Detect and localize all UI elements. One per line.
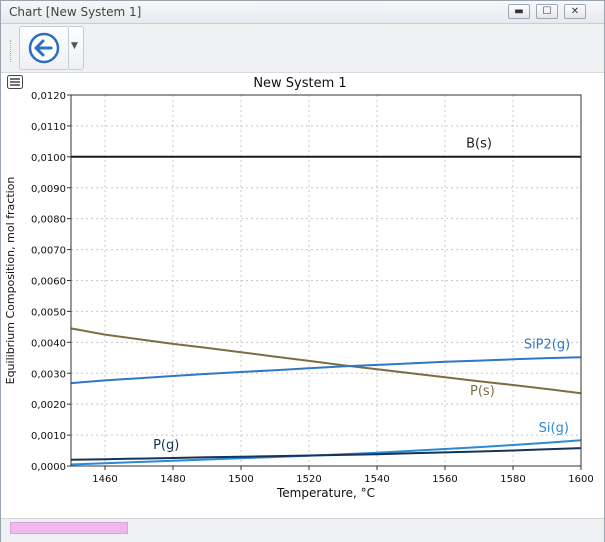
grid-lines xyxy=(71,94,582,467)
title-bar[interactable]: Chart [New System 1] ▬ ☐ ✕ xyxy=(1,1,604,24)
series-lines xyxy=(70,155,582,466)
y-tick-label: 0,0080 xyxy=(31,215,66,226)
x-tick-label: 1500 xyxy=(228,474,253,485)
chevron-down-icon: ▼ xyxy=(71,41,78,51)
y-tick-label: 0,0100 xyxy=(31,153,66,164)
minimize-button[interactable]: ▬ xyxy=(508,4,530,19)
x-axis-label: Temperature, °C xyxy=(276,486,375,500)
x-tick-label: 1460 xyxy=(92,474,117,485)
series-line-sip2-g- xyxy=(70,356,582,385)
y-axis-ticks: 0,0000 0,0010 0,0020 0,0030 0,0040 0,0050 0,00… xyxy=(31,91,71,473)
y-tick-label: 0,0000 xyxy=(31,462,66,473)
x-tick-label: 1560 xyxy=(432,474,457,485)
y-tick-label: 0,0030 xyxy=(31,369,66,380)
y-tick-label: 0,0020 xyxy=(31,400,66,411)
x-tick-label: 1600 xyxy=(568,474,593,485)
toolbar: ▼ xyxy=(1,24,604,73)
x-axis-ticks: 1460 1480 1500 1520 1540 1560 1580 1600 xyxy=(92,466,594,485)
arrow-left-circle-icon xyxy=(28,32,60,64)
y-tick-label: 0,0010 xyxy=(31,431,66,442)
y-tick-label: 0,0070 xyxy=(31,246,66,257)
chart-title: New System 1 xyxy=(253,76,346,91)
maximize-button[interactable]: ☐ xyxy=(536,4,558,19)
toolbar-grip[interactable] xyxy=(10,40,15,62)
y-axis-label: Equilibrium Composition, mol fraction xyxy=(4,177,17,385)
x-tick-label: 1580 xyxy=(500,474,525,485)
line-chart: New System 1 0,00000,00100,00200,00300,0… xyxy=(4,76,594,500)
series-line-p-s- xyxy=(70,327,582,395)
chart-area: New System 1 0,0000 0,0010 0,0020 0,0030 0,0… xyxy=(1,73,604,518)
series-labels: B(s) P(s) SiP2(g) Si(g) P(g) xyxy=(153,137,570,453)
close-button[interactable]: ✕ xyxy=(564,4,586,19)
y-tick-label: 0,0120 xyxy=(31,91,66,102)
maximize-icon: ☐ xyxy=(542,6,552,17)
x-tick-label: 1540 xyxy=(364,474,389,485)
close-icon: ✕ xyxy=(570,6,580,17)
progress-bar xyxy=(10,522,128,534)
series-label: SiP2(g) xyxy=(524,338,570,353)
back-dropdown-button[interactable]: ▼ xyxy=(69,26,84,70)
minimize-icon: ▬ xyxy=(514,6,524,17)
series-line-si-g- xyxy=(70,439,582,466)
y-tick-label: 0,0050 xyxy=(31,307,66,318)
chart-window: Chart [New System 1] ▬ ☐ ✕ ▼ New System … xyxy=(0,0,605,542)
window-title: Chart [New System 1] xyxy=(9,5,142,19)
series-label: B(s) xyxy=(466,137,492,152)
y-tick-label: 0,0110 xyxy=(31,122,66,133)
y-tick-label: 0,0090 xyxy=(31,184,66,195)
y-tick-label: 0,0060 xyxy=(31,277,66,288)
x-tick-label: 1480 xyxy=(160,474,185,485)
status-bar xyxy=(1,518,604,542)
series-label: P(s) xyxy=(470,384,495,399)
series-label: Si(g) xyxy=(539,421,569,436)
back-button[interactable] xyxy=(19,26,69,70)
chart-menu-icon[interactable] xyxy=(7,75,23,89)
series-label: P(g) xyxy=(153,438,179,453)
y-tick-label: 0,0040 xyxy=(31,338,66,349)
x-tick-label: 1520 xyxy=(296,474,321,485)
series-line-p-g- xyxy=(70,447,582,461)
